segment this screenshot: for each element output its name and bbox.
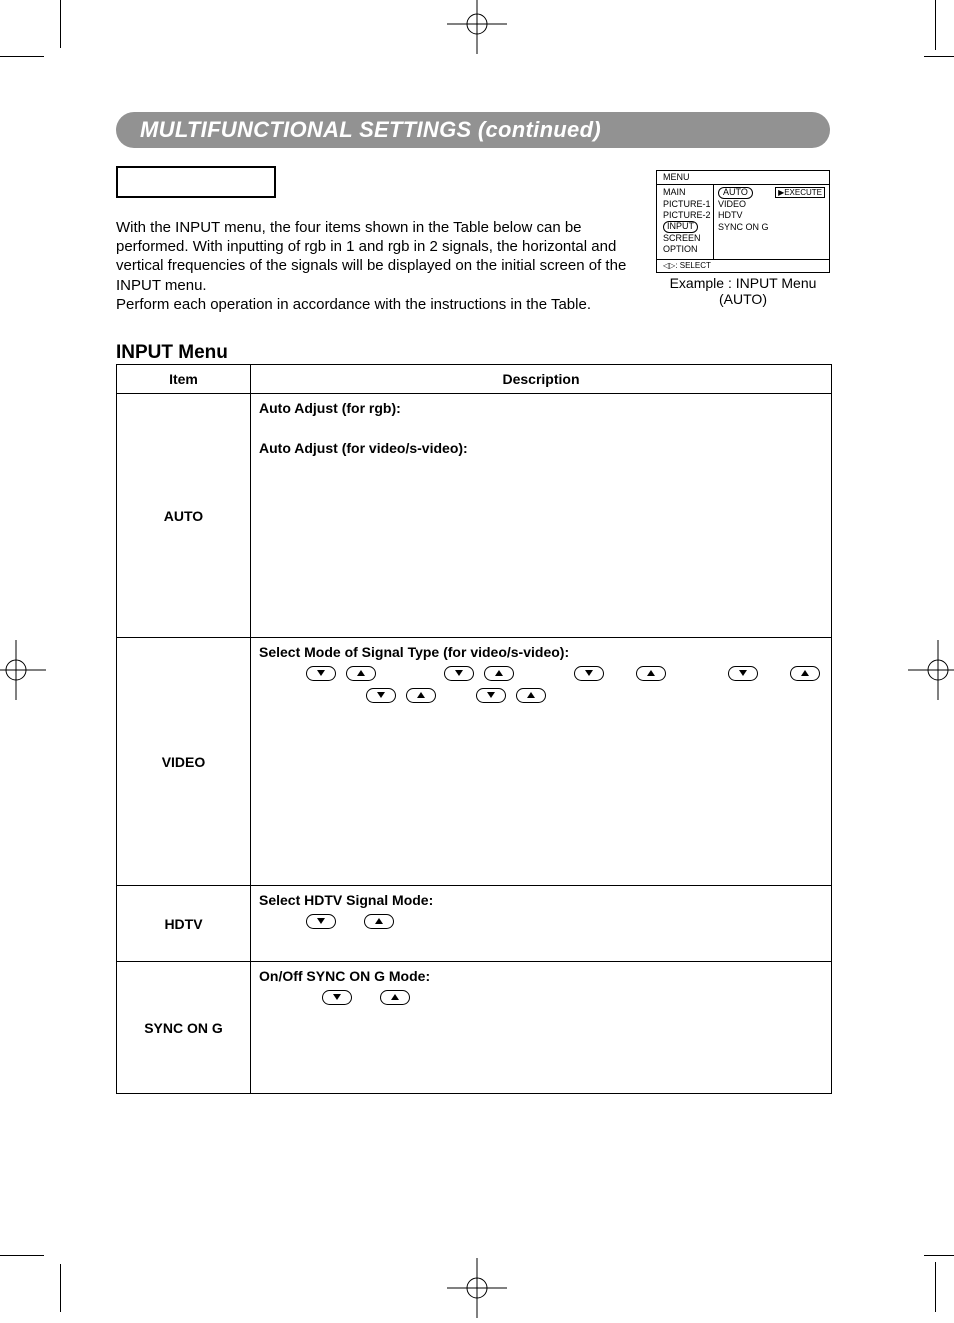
table-row: VIDEO Select Mode of Signal Type (for vi…: [117, 638, 832, 886]
cell-description: Auto Adjust (for rgb): Auto Adjust (for …: [251, 394, 832, 638]
hdtv-line1: Select HDTV Signal Mode:: [259, 892, 433, 908]
sync-line1: On/Off SYNC ON G Mode:: [259, 968, 430, 984]
down-icon: [574, 666, 604, 681]
cell-item: AUTO: [117, 394, 251, 638]
osd-left-item: MAIN: [663, 187, 709, 198]
table-row: AUTO Auto Adjust (for rgb): Auto Adjust …: [117, 394, 832, 638]
osd-left-item-selected: INPUT: [663, 221, 698, 233]
registration-mark: [447, 0, 507, 54]
cell-description: Select Mode of Signal Type (for video/s-…: [251, 638, 832, 886]
up-icon: [406, 688, 436, 703]
intro-paragraph: With the INPUT menu, the four items show…: [116, 218, 628, 314]
osd-left-item: PICTURE-2: [663, 210, 709, 221]
crop-mark: [0, 56, 44, 57]
auto-line2: Auto Adjust (for video/s-video):: [259, 440, 468, 456]
registration-mark: [908, 640, 954, 700]
up-icon: [636, 666, 666, 681]
table-title: INPUT Menu: [116, 342, 228, 364]
osd-left-item: OPTION: [663, 244, 709, 255]
osd-right-item: VIDEO: [718, 199, 825, 210]
osd-footer: ◁▷: SELECT: [657, 259, 829, 272]
osd-left-column: MAIN PICTURE-1 PICTURE-2 INPUT SCREEN OP…: [657, 185, 713, 259]
up-icon: [484, 666, 514, 681]
osd-example: MENU MAIN PICTURE-1 PICTURE-2 INPUT SCRE…: [656, 170, 830, 307]
crop-mark: [935, 1262, 936, 1312]
osd-left-item: SCREEN: [663, 233, 709, 244]
crop-mark: [60, 1264, 61, 1312]
crop-mark: [60, 0, 61, 48]
up-icon: [380, 990, 410, 1005]
section-header: MULTIFUNCTIONAL SETTINGS (continued): [116, 112, 830, 148]
osd-right-column: ▶EXECUTE AUTO VIDEO HDTV SYNC ON G: [713, 185, 829, 259]
intro-text: With the INPUT menu, the four items show…: [116, 219, 626, 313]
cell-description: Select HDTV Signal Mode:: [251, 886, 832, 962]
osd-right-item-selected: AUTO: [718, 187, 753, 199]
down-icon: [366, 688, 396, 703]
nav-icon: ◁▷: [663, 261, 675, 270]
crop-mark: [935, 0, 936, 50]
crop-mark: [924, 56, 954, 57]
down-icon: [322, 990, 352, 1005]
osd-window: MENU MAIN PICTURE-1 PICTURE-2 INPUT SCRE…: [656, 170, 830, 273]
osd-caption: Example : INPUT Menu (AUTO): [656, 275, 830, 307]
col-description: Description: [251, 365, 832, 394]
video-line1: Select Mode of Signal Type (for video/s-…: [259, 644, 569, 660]
osd-right-item: HDTV: [718, 210, 825, 221]
table-row: HDTV Select HDTV Signal Mode:: [117, 886, 832, 962]
col-item: Item: [117, 365, 251, 394]
cell-item: SYNC ON G: [117, 962, 251, 1094]
cell-item: VIDEO: [117, 638, 251, 886]
osd-title: MENU: [657, 171, 829, 185]
osd-caption-line1: Example : INPUT Menu: [670, 275, 817, 291]
section-header-text: MULTIFUNCTIONAL SETTINGS (continued): [140, 117, 601, 143]
up-icon: [516, 688, 546, 703]
crop-mark: [0, 1255, 44, 1256]
arrow-row: [259, 664, 823, 706]
table-row: SYNC ON G On/Off SYNC ON G Mode:: [117, 962, 832, 1094]
registration-mark: [447, 1258, 507, 1318]
cell-description: On/Off SYNC ON G Mode:: [251, 962, 832, 1094]
osd-caption-line2: (AUTO): [719, 291, 767, 307]
registration-mark: [0, 640, 46, 700]
down-icon: [306, 914, 336, 929]
crop-mark: [924, 1255, 954, 1256]
up-icon: [346, 666, 376, 681]
input-menu-table: Item Description AUTO Auto Adjust (for r…: [116, 364, 832, 1094]
down-icon: [476, 688, 506, 703]
down-icon: [444, 666, 474, 681]
osd-footer-text: : SELECT: [675, 261, 711, 270]
auto-line1: Auto Adjust (for rgb):: [259, 400, 401, 416]
up-icon: [364, 914, 394, 929]
osd-left-item: PICTURE-1: [663, 199, 709, 210]
down-icon: [306, 666, 336, 681]
down-icon: [728, 666, 758, 681]
up-icon: [790, 666, 820, 681]
osd-right-item: SYNC ON G: [718, 222, 825, 233]
subsection-box: [116, 166, 276, 198]
cell-item: HDTV: [117, 886, 251, 962]
